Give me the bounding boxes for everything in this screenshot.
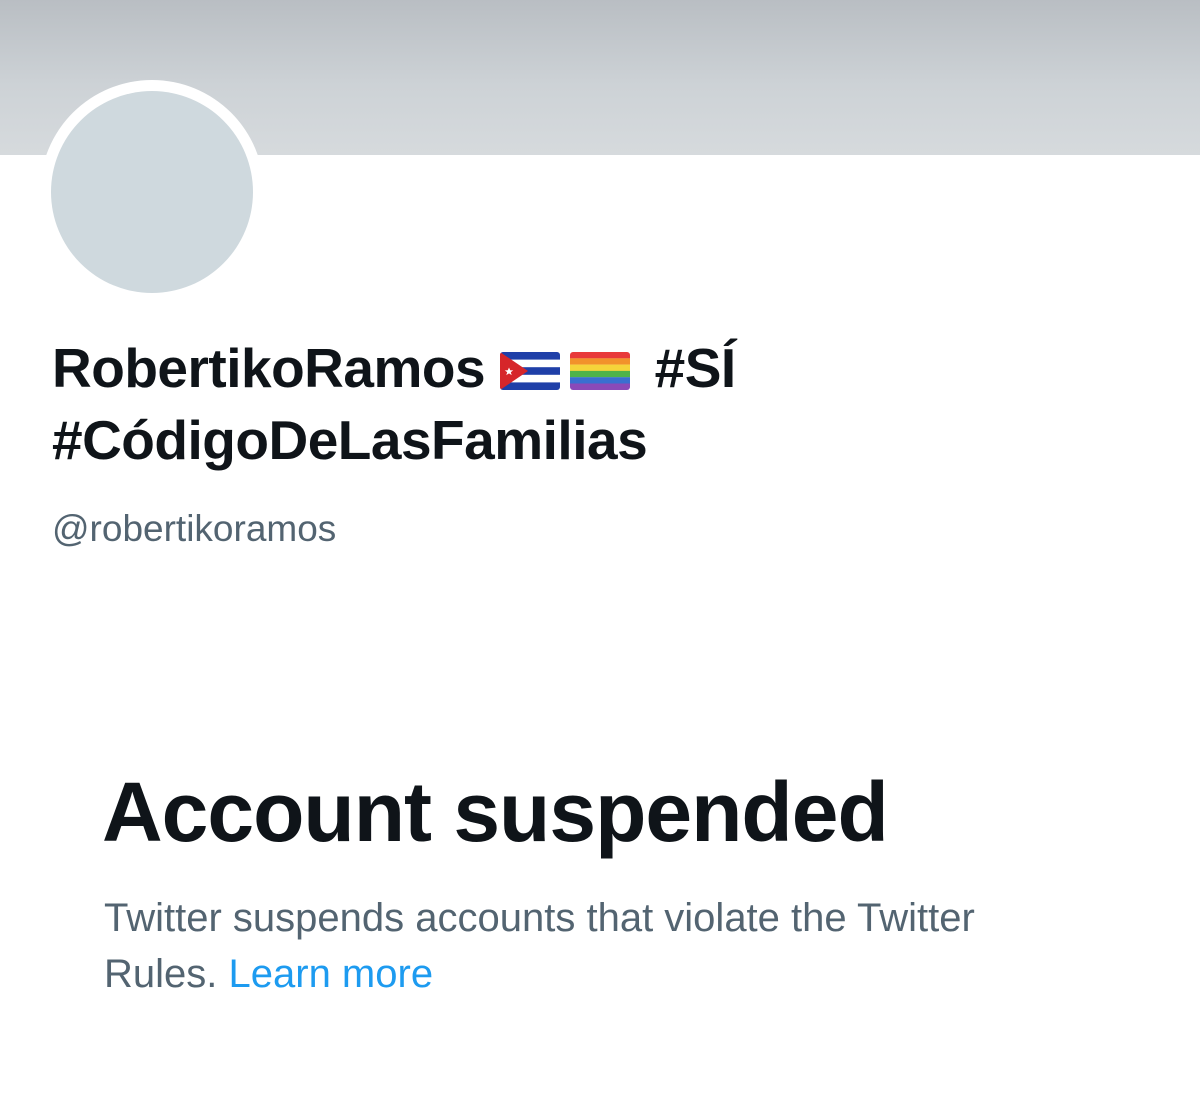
display-name-text: RobertikoRamos [52,337,486,399]
display-name: RobertikoRamos #SÍ #CódigoDeLasFamilias [52,332,1152,476]
display-name-line-1: RobertikoRamos #SÍ [52,332,1152,404]
profile-page: RobertikoRamos #SÍ #CódigoDeLasFamilias … [0,0,1200,1117]
avatar[interactable] [40,80,264,304]
display-name-line-2: #CódigoDeLasFamilias [52,409,648,471]
learn-more-link[interactable]: Learn more [229,952,434,996]
suspension-description: Twitter suspends accounts that violate t… [104,890,1064,1002]
user-handle: @robertikoramos [52,508,337,549]
avatar-placeholder [51,91,253,293]
display-name-hashtag: #SÍ [654,337,737,399]
rainbow-flag-icon [569,352,630,390]
cuba-flag-icon [499,352,560,390]
suspension-title: Account suspended [102,765,889,859]
